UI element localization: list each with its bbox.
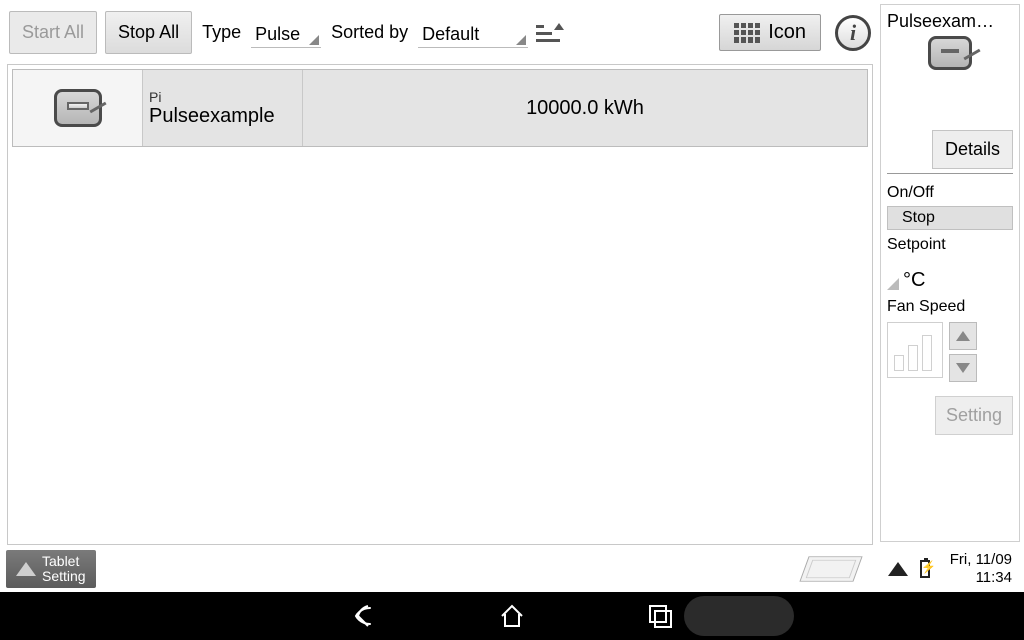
sorted-by-value: Default (422, 24, 479, 45)
details-button[interactable]: Details (932, 130, 1013, 169)
toolbar: Start All Stop All Type Pulse Sorted by … (7, 7, 873, 64)
grid-icon (734, 23, 760, 43)
chevron-down-icon (956, 363, 970, 373)
recent-apps-button[interactable] (646, 602, 674, 630)
fanspeed-down-button[interactable] (949, 354, 977, 382)
device-list: Pi Pulseexample 10000.0 kWh (7, 64, 873, 545)
sort-direction-icon[interactable] (536, 23, 562, 43)
tablet-setting-label-1: Tablet (42, 554, 86, 569)
dropdown-icon (309, 35, 319, 45)
device-tag: Pi (149, 89, 296, 105)
tablet-setting-label-2: Setting (42, 569, 86, 584)
side-title: Pulseexam… (887, 11, 1013, 32)
status-bar: Tablet Setting Fri, 11/09 11:34 (0, 546, 1024, 592)
device-name: Pulseexample (149, 105, 296, 128)
tablet-icon[interactable] (799, 556, 862, 581)
fanspeed-up-button[interactable] (949, 322, 977, 350)
fanspeed-label: Fan Speed (887, 298, 1013, 316)
battery-icon (920, 560, 930, 578)
sorted-by-select[interactable]: Default (418, 18, 528, 48)
back-button[interactable] (350, 602, 378, 630)
dropdown-icon (887, 278, 899, 290)
setpoint-control[interactable]: °C (887, 262, 1013, 292)
device-value: 10000.0 kWh (303, 70, 867, 146)
dropdown-icon (516, 35, 526, 45)
device-thumbnail (13, 70, 143, 146)
type-value: Pulse (255, 24, 300, 45)
info-icon[interactable]: i (835, 15, 871, 51)
wifi-icon (888, 562, 908, 576)
device-icon (928, 36, 972, 70)
side-panel: Pulseexam… Details On/Off Stop Setpoint … (880, 4, 1020, 542)
icon-view-button[interactable]: Icon (719, 14, 821, 51)
onoff-value[interactable]: Stop (887, 206, 1013, 230)
setpoint-label: Setpoint (887, 236, 1013, 254)
arrow-up-icon (16, 562, 36, 576)
android-navbar (0, 592, 1024, 640)
sorted-by-label: Sorted by (329, 22, 410, 43)
side-thumbnail (928, 36, 972, 70)
setpoint-unit: °C (903, 269, 925, 292)
date-text: Fri, 11/09 (930, 551, 1012, 569)
stop-all-button[interactable]: Stop All (105, 11, 192, 54)
main-panel: Start All Stop All Type Pulse Sorted by … (0, 0, 880, 546)
home-button[interactable] (498, 602, 526, 630)
setting-button[interactable]: Setting (935, 396, 1013, 435)
icon-button-label: Icon (768, 21, 806, 44)
recent-pill (684, 596, 794, 636)
type-select[interactable]: Pulse (251, 18, 321, 48)
device-icon (54, 89, 102, 127)
tablet-setting-button[interactable]: Tablet Setting (6, 550, 96, 589)
fanspeed-indicator (887, 322, 943, 378)
clock: Fri, 11/09 11:34 (930, 551, 1018, 587)
start-all-button[interactable]: Start All (9, 11, 97, 54)
list-item[interactable]: Pi Pulseexample 10000.0 kWh (12, 69, 868, 147)
type-label: Type (200, 22, 243, 43)
time-text: 11:34 (930, 569, 1012, 587)
onoff-label: On/Off (887, 184, 1013, 202)
chevron-up-icon (956, 331, 970, 341)
